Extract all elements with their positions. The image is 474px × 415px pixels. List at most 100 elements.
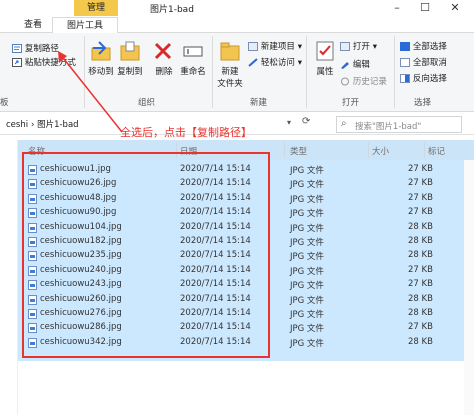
delete-label: 删除 (155, 67, 173, 77)
select-none-button[interactable]: 全部取消 (400, 56, 447, 68)
edit-button[interactable]: 编辑 (340, 58, 370, 70)
new-folder-icon (220, 42, 240, 61)
select-all-button[interactable]: 全部选择 (400, 40, 447, 52)
select-none-label: 全部取消 (412, 58, 447, 68)
annotation-highlight-box (22, 152, 270, 358)
file-size: 28 KB (408, 336, 433, 347)
rename-icon (183, 46, 203, 57)
close-icon[interactable]: ✕ (444, 0, 466, 16)
column-divider[interactable] (284, 142, 285, 158)
annotation-arrow-icon (58, 51, 123, 133)
easy-access-icon (248, 58, 258, 67)
ribbon-divider (306, 36, 307, 108)
easy-access-label: 轻松访问 (260, 58, 295, 68)
file-size: 28 KB (408, 293, 433, 304)
new-folder-label-line2: 文件夹 (217, 79, 243, 89)
search-icon: ⌕ (341, 118, 347, 129)
invert-selection-icon (400, 74, 410, 83)
ribbon-divider (212, 36, 213, 108)
file-type: JPG 文件 (290, 180, 324, 191)
navigation-pane (0, 140, 18, 415)
scrollbar[interactable] (464, 160, 474, 415)
properties-icon (316, 41, 334, 61)
file-size: 27 KB (408, 192, 433, 203)
file-size: 28 KB (408, 221, 433, 232)
edit-label: 编辑 (352, 60, 370, 70)
new-item-label: 新建项目 (260, 42, 295, 52)
rename-button[interactable]: 重命名 (178, 40, 208, 77)
breadcrumb-ceshi[interactable]: ceshi (6, 120, 28, 130)
new-group-label: 新建 (250, 98, 268, 108)
file-type: JPG 文件 (290, 324, 324, 335)
refresh-icon[interactable]: ⟳ (302, 116, 310, 127)
file-size: 27 KB (408, 279, 433, 290)
minimize-icon[interactable]: – (386, 0, 408, 16)
file-size: 27 KB (408, 322, 433, 333)
chevron-down-icon: ▾ (297, 58, 303, 68)
delete-button[interactable]: 删除 (152, 40, 176, 77)
open-group-label: 打开 (342, 98, 360, 108)
invert-selection-button[interactable]: 反向选择 (400, 72, 447, 84)
delete-icon (154, 42, 172, 60)
file-type: JPG 文件 (290, 281, 324, 292)
select-none-icon (400, 58, 410, 67)
file-size: 27 KB (408, 178, 433, 189)
history-icon (341, 77, 349, 86)
file-size: 27 KB (408, 207, 433, 218)
file-type: JPG 文件 (290, 238, 324, 248)
tab-picture-tools[interactable]: 图片工具 (52, 17, 118, 33)
paste-shortcut-icon (12, 58, 22, 67)
copy-path-icon (12, 44, 22, 53)
invert-selection-label: 反向选择 (412, 74, 447, 84)
search-placeholder: 搜索"图片1-bad" (355, 122, 422, 132)
history-button[interactable]: 历史记录 (340, 75, 387, 87)
properties-label: 属性 (316, 67, 334, 77)
select-group-label: 选择 (414, 98, 432, 108)
column-size[interactable]: 大小 (372, 145, 389, 157)
open-label: 打开 (352, 42, 370, 52)
file-type: JPG 文件 (290, 338, 324, 349)
edit-icon (341, 62, 349, 69)
tab-view[interactable]: 查看 (18, 17, 48, 33)
organize-group-label: 组织 (138, 98, 156, 108)
file-type: JPG 文件 (290, 223, 324, 234)
file-type: JPG 文件 (290, 310, 324, 320)
history-label: 历史记录 (352, 77, 387, 87)
file-size: 28 KB (408, 308, 433, 318)
manage-tab[interactable]: 管理 (74, 0, 118, 16)
new-folder-label-line1: 新建 (221, 67, 239, 77)
file-type: JPG 文件 (290, 295, 324, 306)
select-all-label: 全部选择 (412, 42, 447, 52)
ribbon-divider (394, 36, 395, 108)
select-all-icon (400, 42, 410, 51)
new-item-button[interactable]: 新建项目 ▾ (248, 40, 302, 52)
search-input[interactable]: ⌕ 搜索"图片1-bad" (336, 116, 462, 133)
column-divider[interactable] (368, 142, 369, 158)
clipboard-group-label: 板 (0, 98, 9, 108)
file-size: 27 KB (408, 164, 433, 174)
new-item-icon (248, 42, 258, 51)
maximize-icon[interactable]: ☐ (414, 0, 436, 16)
annotation-text: 全选后，点击【复制路径】 (120, 126, 252, 139)
column-type[interactable]: 类型 (290, 145, 307, 157)
column-tags[interactable]: 标记 (428, 145, 445, 157)
window-title: 图片1-bad (150, 5, 194, 15)
file-type: JPG 文件 (290, 252, 324, 263)
file-type: JPG 文件 (290, 266, 324, 277)
file-size: 27 KB (408, 264, 433, 275)
chevron-down-icon: ▾ (297, 42, 303, 52)
file-type: JPG 文件 (290, 166, 324, 176)
chevron-down-icon: ▾ (372, 42, 378, 52)
properties-button[interactable]: 属性 (312, 40, 338, 77)
rename-label: 重命名 (180, 67, 206, 77)
new-folder-button[interactable]: 新建 文件夹 (216, 40, 244, 89)
column-divider[interactable] (424, 142, 425, 158)
open-icon (340, 42, 350, 51)
file-size: 28 KB (408, 250, 433, 261)
file-type: JPG 文件 (290, 209, 324, 220)
open-button[interactable]: 打开 ▾ (340, 40, 377, 52)
file-type: JPG 文件 (290, 194, 324, 205)
address-dropdown-icon[interactable]: ▾ (287, 118, 291, 127)
easy-access-button[interactable]: 轻松访问 ▾ (248, 56, 302, 68)
file-size: 28 KB (408, 236, 433, 246)
